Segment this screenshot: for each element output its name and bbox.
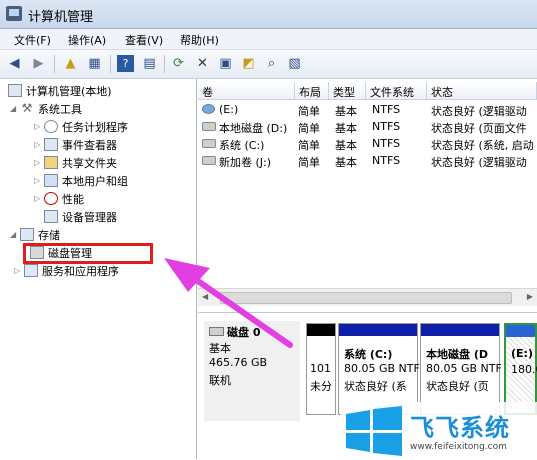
windows-logo-icon [346, 406, 402, 456]
annotation-arrow [164, 258, 293, 348]
watermark-url: www.feifeixitong.com [410, 442, 507, 452]
watermark-brand: 飞飞系统 [410, 414, 510, 442]
watermark-logo: 飞飞系统 www.feifeixitong.com [340, 402, 537, 459]
